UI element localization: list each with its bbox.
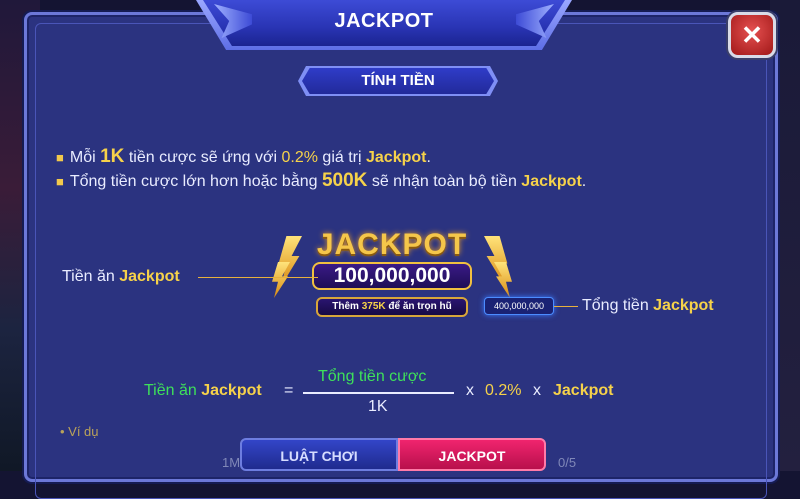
formula-jackpot: Jackpot <box>553 382 614 399</box>
tab-jackpot[interactable]: JACKPOT <box>398 438 546 471</box>
label-jackpot: Jackpot <box>119 268 180 285</box>
extra-text: Thêm <box>332 301 362 312</box>
rule-text: sẽ nhận toàn bộ tiền <box>367 173 522 190</box>
close-icon: ✕ <box>741 19 763 50</box>
rule-value: 500K <box>321 170 368 191</box>
formula-percent: 0.2% <box>485 382 522 399</box>
rule-text: Mỗi <box>69 149 101 166</box>
total-callout-line <box>554 306 578 307</box>
close-button[interactable]: ✕ <box>728 12 776 58</box>
label-jackpot: Jackpot <box>653 297 714 314</box>
rule-line-2: ■ Tổng tiền cược lớn hơn hoặc bằng 500K s… <box>56 170 586 192</box>
formula-lhs-text: Tiền ăn <box>144 382 202 399</box>
count-label: 0/5 <box>558 455 577 470</box>
rule-text: . <box>426 149 431 166</box>
jackpot-logo: JACKPOT <box>316 228 468 261</box>
winnings-label: Tiền ăn Jackpot <box>62 268 180 286</box>
bet-amount-label: 1M <box>222 455 241 470</box>
label-text: Tiền ăn <box>62 268 120 285</box>
formula-times: x <box>533 382 541 399</box>
rule-text: giá trị <box>317 149 366 166</box>
dialog-title: JACKPOT <box>334 10 434 32</box>
bullet-icon: ■ <box>56 174 64 189</box>
tab-rules[interactable]: LUẬT CHƠI <box>240 438 398 471</box>
rule-text: tiền cược sẽ ứng với <box>124 149 282 166</box>
example-label: • Ví dụ <box>60 424 99 439</box>
rule-jackpot: Jackpot <box>366 149 427 166</box>
rule-text: Tổng tiền cược lớn hơn hoặc bằng <box>69 173 322 190</box>
rule-line-1: ■ Mỗi 1K tiền cược sẽ ứng với 0.2% giá tr… <box>56 146 431 168</box>
extra-text: để ăn trọn hũ <box>385 301 452 312</box>
formula-lhs-jackpot: Jackpot <box>201 382 262 399</box>
jackpot-extra-needed: Thêm 375K để ăn trọn hũ <box>316 297 468 317</box>
fraction-line <box>303 392 454 394</box>
rule-percent: 0.2% <box>281 149 318 166</box>
bullet-icon: ■ <box>56 150 64 165</box>
label-text: Tổng tiền <box>582 297 654 314</box>
formula-numerator: Tổng tiền cược <box>318 368 427 385</box>
winnings-callout-line <box>198 277 318 278</box>
section-title: TÍNH TIỀN <box>361 72 435 89</box>
extra-amount: 375K <box>361 301 386 312</box>
formula-times: x <box>466 382 474 399</box>
rule-jackpot: Jackpot <box>521 173 582 190</box>
rule-value: 1K <box>100 146 125 167</box>
total-label: Tổng tiền Jackpot <box>582 297 714 315</box>
formula-denominator: 1K <box>368 398 388 415</box>
jackpot-total: 400,000,000 <box>484 297 554 315</box>
formula-lhs: Tiền ăn Jackpot <box>144 382 262 400</box>
jackpot-value: 100,000,000 <box>312 262 472 290</box>
rule-text: . <box>581 173 587 190</box>
formula-equals: = <box>284 382 294 399</box>
